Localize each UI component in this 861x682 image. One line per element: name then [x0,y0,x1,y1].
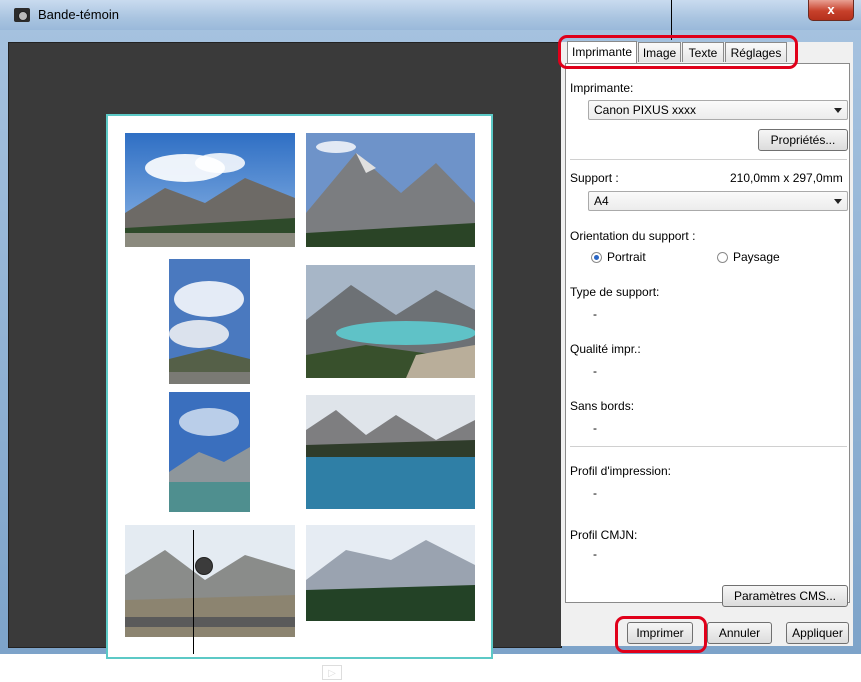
landscape-radio[interactable] [717,252,728,263]
media-size: 210,0mm x 297,0mm [730,171,843,185]
media-type-value: - [593,307,597,321]
image-hotspot-icon [195,557,213,575]
borderless-value: - [593,421,597,435]
title-bar: Bande-témoin x [0,0,861,30]
landscape-label: Paysage [733,250,780,264]
printer-value: Canon PIXUS xxxx [594,103,697,117]
thumbnail-8[interactable] [306,525,475,621]
window-title: Bande-témoin [38,7,119,22]
thumbnail-5[interactable] [169,392,250,512]
media-select[interactable]: A4 [588,191,848,211]
cancel-button[interactable]: Annuler [707,622,772,644]
portrait-radio[interactable] [591,252,602,263]
quality-label: Qualité impr.: [570,342,641,356]
borderless-label: Sans bords: [570,399,635,413]
tabs-highlight [558,35,798,69]
cmyk-profile-value: - [593,547,597,561]
thumbnail-6[interactable] [306,395,475,509]
page-sheet [106,114,493,659]
apply-button[interactable]: Appliquer [786,622,849,644]
camera-icon [14,8,30,22]
page-indicator: 1/2 [289,666,309,682]
callout-line-bottom [193,530,194,654]
print-preview: 1/2 ▷ [8,42,562,682]
portrait-label: Portrait [607,250,646,264]
quality-value: - [593,364,597,378]
chevron-down-icon [834,199,842,204]
printer-settings-form: Imprimante: Canon PIXUS xxxx Propriétés.… [565,63,850,607]
thumbnail-1[interactable] [125,133,295,247]
thumbnail-3[interactable] [169,259,250,384]
settings-panel: Imprimante Image Texte Réglages Impriman… [561,41,853,646]
cms-settings-button[interactable]: Paramètres CMS... [722,585,848,607]
divider [570,159,847,160]
print-profile-value: - [593,486,597,500]
media-label: Support : [570,171,619,185]
print-button-highlight [615,616,707,653]
dialog-window: Bande-témoin x 1/2 ▷ Imprimante Image Te… [0,0,861,682]
thumbnail-2[interactable] [306,133,475,247]
close-button[interactable]: x [808,0,854,21]
next-page-icon[interactable]: ▷ [322,665,342,680]
properties-button[interactable]: Propriétés... [758,129,848,151]
thumbnail-4[interactable] [306,265,475,378]
callout-line-top [671,0,672,40]
cmyk-profile-label: Profil CMJN: [570,528,638,542]
print-profile-label: Profil d'impression: [570,464,671,478]
printer-label: Imprimante: [570,81,634,95]
divider [570,446,847,447]
media-value: A4 [594,194,609,208]
media-type-label: Type de support: [570,285,660,299]
chevron-down-icon [834,108,842,113]
orientation-label: Orientation du support : [570,229,696,243]
printer-select[interactable]: Canon PIXUS xxxx [588,100,848,120]
thumbnail-7[interactable] [125,525,295,637]
